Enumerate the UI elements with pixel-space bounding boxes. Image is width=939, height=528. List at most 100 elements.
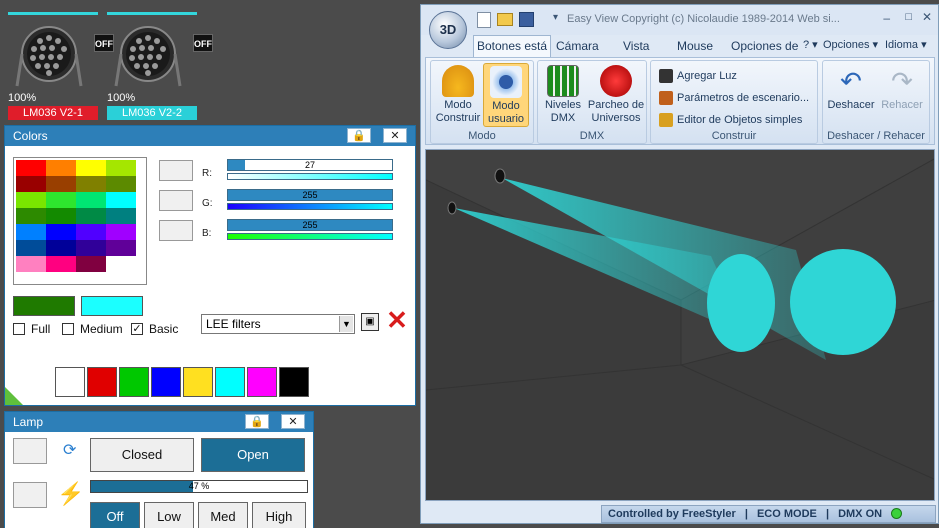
mode-low-button[interactable]: Low [144,502,194,528]
deshacer-label: Deshacer [827,99,875,111]
palette-swatch[interactable] [106,256,136,272]
off-badge: OFF [193,34,213,52]
object-editor-icon [659,113,673,127]
deshacer-button[interactable]: ↶ Deshacer [825,63,877,112]
palette-swatch[interactable] [76,208,106,224]
parametros-escenario-button[interactable]: Parámetros de escenario... [659,91,809,105]
modo-usuario-button[interactable]: Modo usuario [483,63,529,127]
palette-swatch[interactable] [76,192,106,208]
chevron-down-icon[interactable]: ▼ [339,316,353,332]
color-palette[interactable] [13,157,147,285]
dimmer-progress[interactable]: 47 % [90,480,308,493]
lock-icon[interactable]: 🔒 [347,128,371,143]
save-icon[interactable]: ▣ [361,313,379,331]
green-channel-button[interactable] [159,190,193,211]
open-folder-icon[interactable] [497,13,513,26]
full-label: Full [31,322,51,336]
lamp-titlebar[interactable]: Lamp 🔒 ✕ [5,412,313,432]
palette-swatch[interactable] [76,240,106,256]
closed-button[interactable]: Closed [90,438,194,472]
tab-opciones[interactable]: Opciones ▾ [823,38,878,51]
colors-titlebar[interactable]: Colors 🔒 ✕ [5,126,415,146]
full-checkbox[interactable]: Full [13,322,50,336]
palette-swatch[interactable] [76,224,106,240]
green-channel-slider[interactable]: 255 [227,189,393,201]
maximize-icon[interactable]: □ [905,11,912,23]
quick-color-swatch[interactable] [183,367,213,397]
easy-view-window: ▾ Easy View Copyright (c) Nicolaudie 198… [420,4,939,524]
tab-mouse[interactable]: Mouse [677,39,713,53]
close-icon[interactable]: ✕ [922,10,932,24]
palette-swatch[interactable] [46,208,76,224]
toolbar-chevron-down-icon[interactable]: ▾ [553,12,558,23]
eye-icon [490,66,522,98]
mode-high-button[interactable]: High [252,502,306,528]
palette-swatch[interactable] [16,176,46,192]
palette-swatch[interactable] [46,176,76,192]
palette-swatch[interactable] [106,192,136,208]
delete-icon[interactable]: ✕ [385,307,409,333]
palette-swatch[interactable] [16,240,46,256]
mode-med-button[interactable]: Med [198,502,248,528]
palette-swatch[interactable] [106,208,136,224]
rehacer-button[interactable]: ↷ Rehacer [877,63,927,112]
red-channel-button[interactable] [159,160,193,181]
quick-color-swatch[interactable] [279,367,309,397]
editor-objetos-label: Editor de Objetos simples [677,114,803,126]
dimmer-toggle-button[interactable] [13,482,47,508]
medium-checkbox[interactable]: Medium [62,322,123,336]
tab-idioma[interactable]: Idioma ▾ [885,38,927,51]
palette-swatch[interactable] [16,160,46,176]
palette-swatch[interactable] [76,256,106,272]
palette-swatch[interactable] [16,224,46,240]
minimize-icon[interactable]: – [883,11,890,25]
palette-swatch[interactable] [106,240,136,256]
shutter-toggle-button[interactable] [13,438,47,464]
close-icon[interactable]: ✕ [281,414,305,429]
palette-swatch[interactable] [16,192,46,208]
blue-channel-slider[interactable]: 255 [227,219,393,231]
lock-icon[interactable]: 🔒 [245,414,269,429]
tab-help[interactable]: ? ▾ [803,38,818,51]
red-channel-slider[interactable]: 27 [227,159,393,171]
parcheo-universos-button[interactable]: Parcheo de Universos [586,63,646,125]
palette-swatch[interactable] [106,160,136,176]
open-button[interactable]: Open [201,438,305,472]
blue-channel-button[interactable] [159,220,193,241]
modo-construir-button[interactable]: Modo Construir [433,63,483,125]
palette-swatch[interactable] [76,176,106,192]
niveles-dmx-button[interactable]: Niveles DMX [540,63,586,125]
palette-swatch[interactable] [106,176,136,192]
editor-objetos-button[interactable]: Editor de Objetos simples [659,113,802,127]
rehacer-label: Rehacer [881,99,923,111]
palette-swatch[interactable] [106,224,136,240]
quick-color-swatch[interactable] [119,367,149,397]
tab-camara[interactable]: Cámara [556,39,599,53]
palette-swatch[interactable] [76,160,106,176]
quick-color-swatch[interactable] [151,367,181,397]
filter-select[interactable]: LEE filters ▼ [201,314,355,334]
palette-swatch[interactable] [46,240,76,256]
mode-off-button[interactable]: Off [90,502,140,528]
palette-swatch[interactable] [46,160,76,176]
agregar-luz-button[interactable]: Agregar Luz [659,69,737,83]
palette-swatch[interactable] [16,208,46,224]
close-icon[interactable]: ✕ [383,128,407,143]
resize-grip-icon[interactable] [5,387,23,405]
quick-color-swatch[interactable] [215,367,245,397]
palette-swatch[interactable] [46,224,76,240]
palette-swatch[interactable] [16,256,46,272]
palette-swatch[interactable] [46,256,76,272]
new-file-icon[interactable] [477,12,491,28]
tab-opciones-de[interactable]: Opciones de [731,39,798,53]
basic-checkbox[interactable]: ✓ Basic [131,322,178,336]
quick-color-swatch[interactable] [247,367,277,397]
quick-color-swatch[interactable] [55,367,85,397]
3d-viewport[interactable] [425,149,935,501]
tab-vista[interactable]: Vista [623,39,649,53]
save-icon[interactable] [519,12,534,27]
quick-color-swatch[interactable] [87,367,117,397]
palette-swatch[interactable] [46,192,76,208]
checkbox-box [62,323,74,335]
tab-botones[interactable]: Botones está [473,35,552,59]
